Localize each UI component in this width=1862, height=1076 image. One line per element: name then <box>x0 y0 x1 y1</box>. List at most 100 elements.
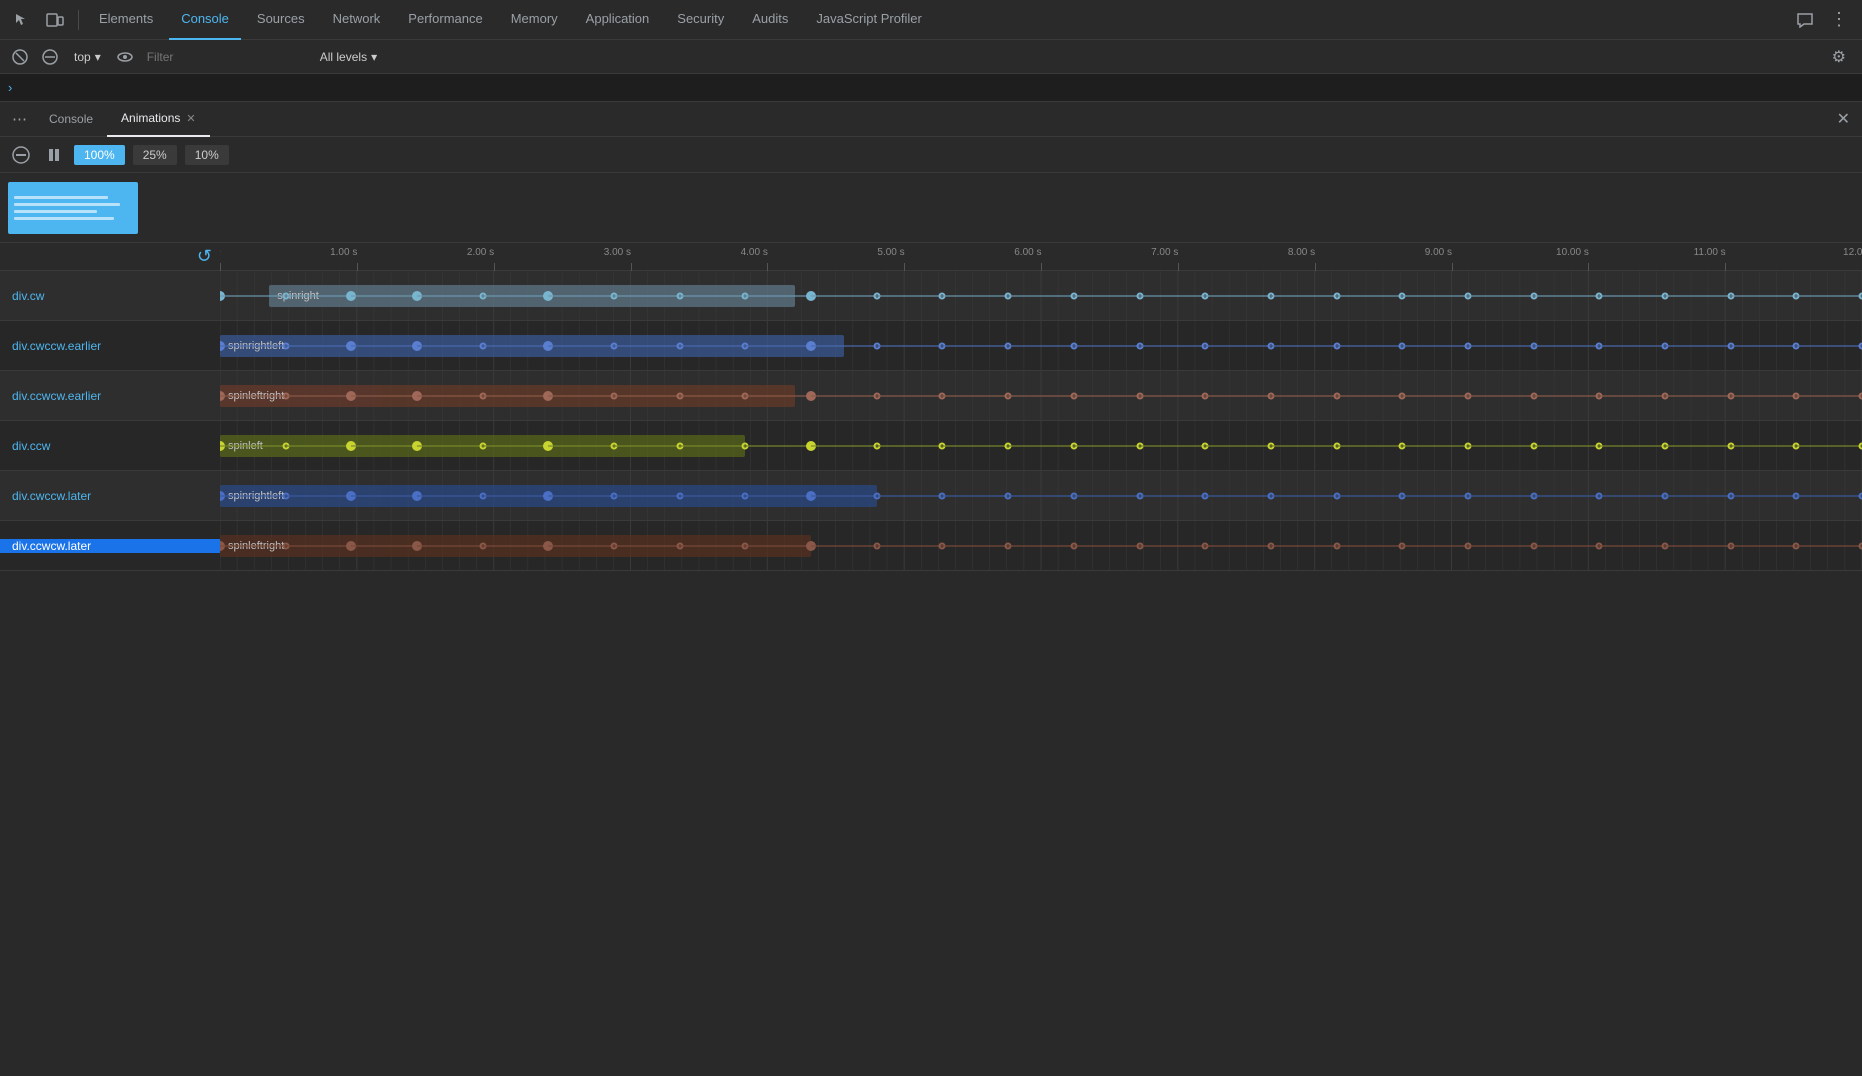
keyframe-connector <box>1402 445 1468 447</box>
replay-button[interactable] <box>8 142 34 168</box>
keyframe-connector <box>548 495 614 497</box>
keyframe-connector <box>1205 495 1271 497</box>
preview-line-4 <box>14 217 114 220</box>
animation-preview-thumbnail <box>8 182 138 234</box>
stop-recording-button[interactable] <box>38 45 62 69</box>
playhead-button[interactable]: ↺ <box>197 246 212 267</box>
tab-security[interactable]: Security <box>665 0 736 40</box>
keyframe-connector <box>1796 495 1862 497</box>
keyframe-connector <box>942 545 1008 547</box>
time-ruler[interactable]: ↺ 01.00 s2.00 s3.00 s4.00 s5.00 s6.00 s7… <box>0 243 1862 271</box>
keyframe-dot[interactable] <box>1859 342 1862 349</box>
panel-tab-console[interactable]: Console <box>35 102 107 137</box>
keyframe-connector <box>811 445 877 447</box>
keyframe-connector <box>942 395 1008 397</box>
keyframe-connector <box>811 495 877 497</box>
keyframe-connector <box>417 495 483 497</box>
tab-performance[interactable]: Performance <box>396 0 494 40</box>
clear-console-button[interactable] <box>8 45 32 69</box>
inspect-element-button[interactable] <box>8 8 36 32</box>
keyframe-dot[interactable] <box>1859 492 1862 499</box>
keyframe-dot[interactable] <box>1859 292 1862 299</box>
tab-js-profiler[interactable]: JavaScript Profiler <box>804 0 933 40</box>
keyframe-connector <box>680 495 746 497</box>
keyframe-connector <box>483 495 549 497</box>
filter-input[interactable] <box>143 48 306 66</box>
speed-100-button[interactable]: 100% <box>74 145 125 165</box>
keyframe-connector <box>1534 445 1600 447</box>
keyframe-connector <box>1402 495 1468 497</box>
animation-row[interactable]: div.ccwcw.earlierspinleftright <box>0 371 1862 421</box>
close-animations-tab-button[interactable]: ✕ <box>186 112 195 125</box>
keyframe-connector <box>877 395 943 397</box>
speech-bubble-icon <box>1796 12 1814 28</box>
tab-audits[interactable]: Audits <box>740 0 800 40</box>
more-panels-button[interactable]: ⋯ <box>4 110 35 128</box>
animation-row[interactable]: div.cwspinright <box>0 271 1862 321</box>
log-levels-button[interactable]: All levels ▾ <box>312 48 385 66</box>
keyframe-connector <box>351 295 417 297</box>
keyframe-connector <box>1271 295 1337 297</box>
keyframe-connector <box>1599 345 1665 347</box>
tab-application[interactable]: Application <box>574 0 662 40</box>
animation-row[interactable]: div.cwccw.laterspinrightleft <box>0 471 1862 521</box>
keyframe-connector <box>417 445 483 447</box>
close-panel-button[interactable]: ✕ <box>1829 109 1858 129</box>
device-toggle-button[interactable] <box>40 8 70 32</box>
keyframe-connector <box>1534 545 1600 547</box>
row-track: spinrightleft <box>220 471 1862 520</box>
tab-memory[interactable]: Memory <box>499 0 570 40</box>
keyframe-connector <box>614 545 680 547</box>
speed-25-button[interactable]: 25% <box>133 145 177 165</box>
feedback-button[interactable] <box>1790 8 1820 32</box>
context-value: top <box>74 50 91 64</box>
keyframe-connector <box>614 295 680 297</box>
keyframe-connector <box>417 545 483 547</box>
ruler-track[interactable]: 01.00 s2.00 s3.00 s4.00 s5.00 s6.00 s7.0… <box>220 243 1862 271</box>
keyframe-connector <box>942 495 1008 497</box>
keyframe-connector <box>483 295 549 297</box>
keyframe-connector <box>942 295 1008 297</box>
more-tools-button[interactable]: ⋮ <box>1824 5 1854 34</box>
tab-console[interactable]: Console <box>169 0 241 40</box>
panel-tab-animations[interactable]: Animations ✕ <box>107 102 210 137</box>
keyframe-dot[interactable] <box>1859 442 1862 449</box>
keyframe-connector <box>877 345 943 347</box>
animation-row[interactable]: div.cwccw.earlierspinrightleft <box>0 321 1862 371</box>
toolbar-divider <box>78 10 79 30</box>
animation-row[interactable]: div.ccwspinleft <box>0 421 1862 471</box>
keyframe-dot[interactable] <box>1859 542 1862 549</box>
context-selector[interactable]: top ▾ <box>68 48 107 66</box>
prompt-chevron: › <box>8 80 12 95</box>
keyframe-connector <box>483 445 549 447</box>
tab-sources[interactable]: Sources <box>245 0 317 40</box>
console-settings-button[interactable]: ⚙ <box>1824 43 1854 71</box>
cursor-icon <box>14 12 30 28</box>
row-label: div.cwccw.later <box>0 489 220 503</box>
speed-10-button[interactable]: 10% <box>185 145 229 165</box>
preserve-log-button[interactable] <box>113 45 137 69</box>
pause-button[interactable] <box>42 143 66 167</box>
keyframe-connector <box>614 345 680 347</box>
keyframe-connector <box>680 445 746 447</box>
keyframe-connector <box>1599 445 1665 447</box>
keyframe-connector <box>1271 545 1337 547</box>
keyframe-connector <box>811 545 877 547</box>
keyframe-connector <box>1140 495 1206 497</box>
keyframe-connector <box>220 545 286 547</box>
keyframe-connector <box>1337 395 1403 397</box>
keyframe-connector <box>286 345 352 347</box>
keyframe-connector <box>745 395 811 397</box>
keyframe-connector <box>745 345 811 347</box>
keyframe-connector <box>1074 545 1140 547</box>
keyframe-connector <box>351 395 417 397</box>
animation-row[interactable]: div.ccwcw.laterspinleftright <box>0 521 1862 571</box>
keyframe-connector <box>1731 345 1797 347</box>
keyframe-connector <box>1008 495 1074 497</box>
tab-network[interactable]: Network <box>321 0 393 40</box>
keyframe-connector <box>745 295 811 297</box>
keyframe-dot[interactable] <box>1859 392 1862 399</box>
tab-elements[interactable]: Elements <box>87 0 165 40</box>
keyframe-connector <box>286 495 352 497</box>
keyframe-connector <box>942 345 1008 347</box>
